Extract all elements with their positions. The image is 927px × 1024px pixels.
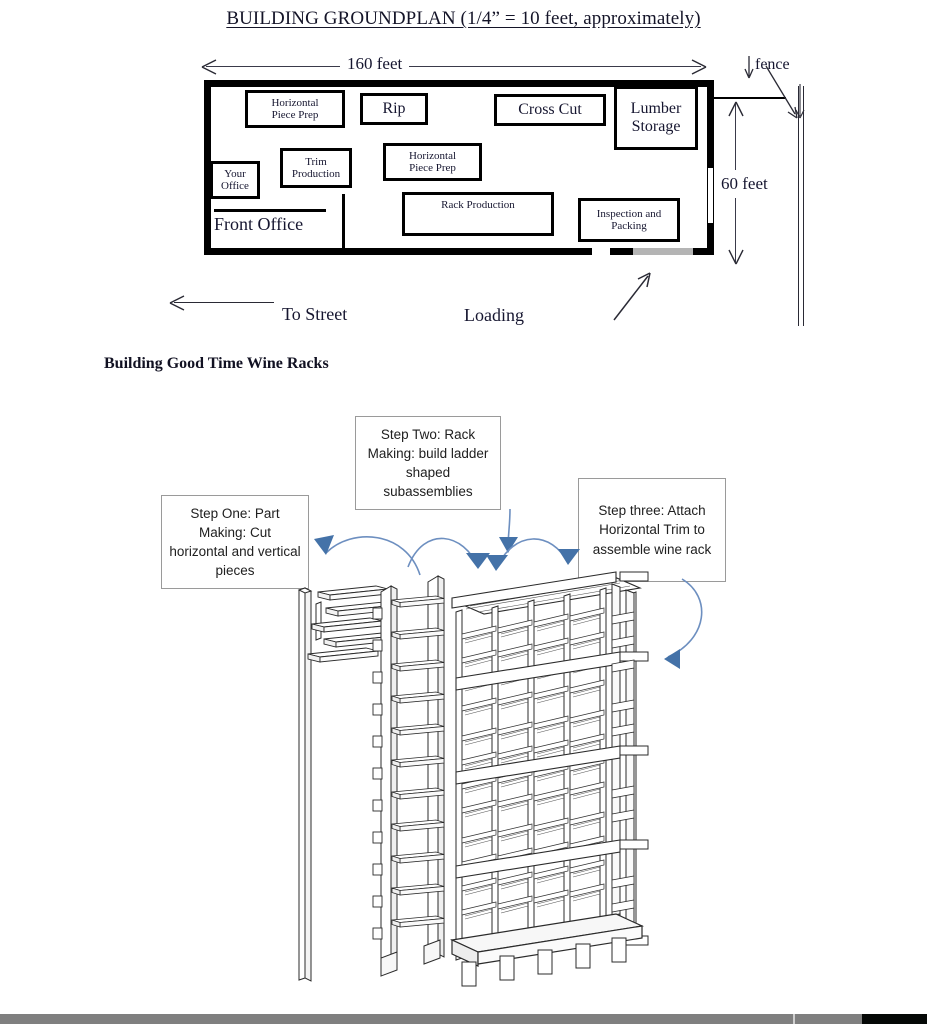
page-canvas: BUILDING GROUNDPLAN (1/4” = 10 feet, app… [0,0,927,1024]
to-street-arrow-line [174,302,274,303]
dept-label: Rack Production [441,199,515,211]
dept-label: Horizontal Piece Prep [271,96,319,121]
dept-label: Your Office [221,167,249,192]
page-title: BUILDING GROUNDPLAN (1/4” = 10 feet, app… [0,8,927,30]
dept-rip[interactable]: Rip [360,93,428,125]
dept-rack-production[interactable]: Rack Production [402,192,554,236]
process-section-heading: Building Good Time Wine Racks [104,355,329,372]
width-dimension-label: 160 feet [340,54,410,74]
loading-dock-gap-2 [633,248,693,255]
dept-lumber-storage[interactable]: Lumber Storage [614,86,698,150]
bottom-scrollbar-divider [793,1014,795,1024]
fence-label: fence [755,56,790,73]
illustration-ladder-subassembly [372,575,445,977]
wine-rack-illustration [297,571,649,987]
bottom-strip-dark-segment [862,1014,927,1024]
loading-label: Loading [464,305,524,325]
dept-label: Trim Production [291,155,341,180]
height-dimension-bottom-arrowhead [728,249,744,265]
page-title-text: BUILDING GROUNDPLAN (1/4” = 10 feet, app… [226,8,701,29]
dept-trim-production[interactable]: Trim Production [280,148,352,188]
dept-horizontal-piece-prep-1[interactable]: Horizontal Piece Prep [245,90,345,128]
fence-line-outer [798,86,799,326]
to-street-label: To Street [282,304,348,324]
height-dimension-label: 60 feet [719,170,770,198]
loading-dock-gap-1 [592,248,610,255]
illustration-finished-rack [449,571,649,987]
width-dimension-line [206,66,701,67]
dept-label: Cross Cut [518,101,582,119]
width-dimension-left-arrowhead [201,59,217,75]
front-office-label: Front Office [214,214,304,234]
to-street-arrowhead [169,295,185,311]
right-wall-door-gap [707,168,714,223]
dept-label: Lumber Storage [630,100,682,135]
dept-cross-cut[interactable]: Cross Cut [494,94,606,126]
width-dimension-right-arrowhead [691,59,707,75]
loading-direction-arrow [613,272,651,321]
dept-horizontal-piece-prep-2[interactable]: Horizontal Piece Prep [383,143,482,181]
dept-label: Inspection and Packing [596,207,662,232]
dept-your-office[interactable]: Your Office [210,161,260,199]
dept-inspection-and-packing[interactable]: Inspection and Packing [578,198,680,242]
front-office-divider [342,194,345,248]
front-office-rule [214,209,326,212]
bottom-scrollbar-track[interactable] [0,1014,862,1024]
dept-label: Rip [382,100,406,118]
fence-line-inner [803,86,804,326]
dept-label: Horizontal Piece Prep [408,149,457,174]
